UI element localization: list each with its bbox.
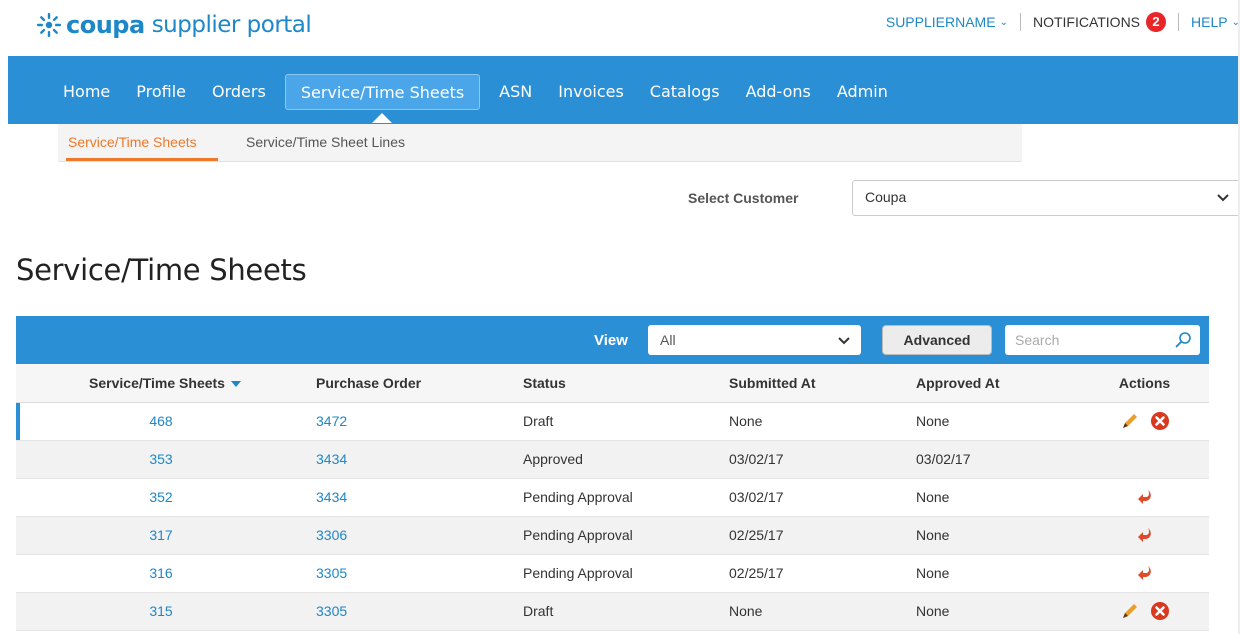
nav-tab-asn[interactable]: ASN: [486, 74, 545, 110]
page-title: Service/Time Sheets: [16, 253, 307, 287]
delete-icon[interactable]: [1150, 601, 1170, 621]
submitted-at-cell: 03/02/17: [719, 478, 906, 517]
nav-tab-orders[interactable]: Orders: [199, 74, 279, 110]
submitted-at-cell: 02/25/17: [719, 516, 906, 555]
withdraw-icon[interactable]: [1135, 563, 1155, 583]
sub-navigation: Service/Time Sheets Service/Time Sheet L…: [58, 124, 1022, 162]
column-header-submitted-at[interactable]: Submitted At: [719, 364, 906, 403]
service-time-sheet-link[interactable]: 317: [149, 527, 172, 543]
logo-brand-text: coupa: [66, 11, 145, 39]
status-cell: Approved: [513, 440, 719, 479]
top-header: coupa supplier portal SUPPLIERNAME ⌄ NOT…: [0, 0, 1240, 56]
status-cell: Draft: [513, 592, 719, 631]
utility-links: SUPPLIERNAME ⌄ NOTIFICATIONS 2 HELP ⌄: [886, 12, 1240, 32]
table-row: 317 3306 Pending Approval 02/25/17 None: [16, 516, 1209, 555]
purchase-order-link[interactable]: 3306: [316, 527, 347, 543]
view-select[interactable]: All: [648, 325, 861, 355]
notifications-link[interactable]: NOTIFICATIONS 2: [1032, 12, 1167, 32]
purchase-order-link[interactable]: 3434: [316, 451, 347, 467]
nav-tab-admin[interactable]: Admin: [824, 74, 901, 110]
nav-tab-profile[interactable]: Profile: [123, 74, 199, 110]
edit-icon[interactable]: [1120, 411, 1140, 431]
approved-at-cell: None: [906, 554, 1080, 593]
approved-at-cell: None: [906, 478, 1080, 517]
nav-tab-invoices[interactable]: Invoices: [545, 74, 637, 110]
purchase-order-link[interactable]: 3305: [316, 565, 347, 581]
nav-tab-service-time-sheets[interactable]: Service/Time Sheets: [284, 74, 481, 123]
approved-at-cell: 03/02/17: [906, 440, 1080, 479]
service-time-sheet-link[interactable]: 468: [149, 413, 172, 429]
status-cell: Draft: [513, 402, 719, 441]
table-row: 353 3434 Approved 03/02/17 03/02/17: [16, 440, 1209, 479]
notifications-label: NOTIFICATIONS: [1032, 14, 1141, 30]
main-navigation: Home Profile Orders Service/Time Sheets …: [8, 56, 1240, 124]
user-menu-label: SUPPLIERNAME: [885, 14, 996, 30]
select-customer-label: Select Customer: [688, 190, 799, 206]
subnav-tab-service-time-sheets[interactable]: Service/Time Sheets: [68, 134, 197, 150]
submitted-at-cell: None: [719, 592, 906, 631]
service-time-sheet-link[interactable]: 353: [149, 451, 172, 467]
subnav-tab-service-time-sheet-lines[interactable]: Service/Time Sheet Lines: [246, 134, 405, 150]
search-input[interactable]: [1005, 325, 1200, 355]
help-menu[interactable]: HELP ⌄: [1191, 14, 1240, 30]
submitted-at-cell: None: [719, 402, 906, 441]
chevron-down-icon: ⌄: [999, 16, 1008, 28]
table-header-row: Service/Time Sheets Purchase Order Statu…: [16, 364, 1209, 403]
data-table: Service/Time Sheets Purchase Order Statu…: [16, 364, 1209, 631]
table-row: 468 3472 Draft None None: [16, 402, 1209, 441]
chevron-down-icon: [838, 337, 850, 345]
withdraw-icon[interactable]: [1135, 487, 1155, 507]
table-row: 352 3434 Pending Approval 03/02/17 None: [16, 478, 1209, 517]
active-tab-underline: [66, 158, 218, 161]
nav-tab-catalogs[interactable]: Catalogs: [637, 74, 733, 110]
approved-at-cell: None: [906, 516, 1080, 555]
submitted-at-cell: 03/02/17: [719, 440, 906, 479]
service-time-sheet-link[interactable]: 315: [149, 603, 172, 619]
coupa-logo-icon: [37, 13, 61, 37]
submitted-at-cell: 02/25/17: [719, 554, 906, 593]
purchase-order-link[interactable]: 3472: [316, 413, 347, 429]
divider: [1019, 13, 1021, 31]
service-time-sheet-link[interactable]: 352: [149, 489, 172, 505]
purchase-order-link[interactable]: 3434: [316, 489, 347, 505]
status-cell: Pending Approval: [513, 554, 719, 593]
service-time-sheet-link[interactable]: 316: [149, 565, 172, 581]
table-toolbar: View All Advanced: [16, 316, 1209, 364]
view-label: View: [594, 332, 628, 349]
column-header-approved-at[interactable]: Approved At: [906, 364, 1080, 403]
notifications-badge: 2: [1146, 12, 1167, 32]
approved-at-cell: None: [906, 402, 1080, 441]
logo-portal-text: supplier portal: [151, 12, 312, 38]
edit-icon[interactable]: [1120, 601, 1140, 621]
table-row: 316 3305 Pending Approval 02/25/17 None: [16, 554, 1209, 593]
advanced-search-button[interactable]: Advanced: [882, 325, 992, 355]
customer-select-value: Coupa: [865, 189, 907, 205]
column-header-service-time-sheets[interactable]: Service/Time Sheets: [16, 364, 306, 403]
approved-at-cell: None: [906, 592, 1080, 631]
divider: [1178, 13, 1180, 31]
help-label: HELP: [1191, 14, 1228, 30]
search-icon[interactable]: [1174, 331, 1192, 349]
status-cell: Pending Approval: [513, 516, 719, 555]
service-time-sheets-table: View All Advanced Service/Time Sheets Pu…: [16, 316, 1209, 631]
withdraw-icon[interactable]: [1135, 525, 1155, 545]
nav-tab-home[interactable]: Home: [50, 74, 123, 110]
nav-tab-add-ons[interactable]: Add-ons: [733, 74, 824, 110]
coupa-logo[interactable]: coupa supplier portal: [34, 10, 312, 40]
view-select-value: All: [660, 332, 676, 348]
customer-select[interactable]: Coupa: [852, 180, 1240, 216]
status-cell: Pending Approval: [513, 478, 719, 517]
user-menu[interactable]: SUPPLIERNAME ⌄: [886, 14, 1008, 30]
purchase-order-link[interactable]: 3305: [316, 603, 347, 619]
column-header-purchase-order[interactable]: Purchase Order: [306, 364, 513, 403]
column-header-status[interactable]: Status: [513, 364, 719, 403]
chevron-down-icon: [1217, 194, 1229, 202]
sort-descending-icon: [230, 381, 241, 388]
table-row: 315 3305 Draft None None: [16, 592, 1209, 631]
column-header-actions: Actions: [1080, 364, 1209, 403]
delete-icon[interactable]: [1150, 411, 1170, 431]
